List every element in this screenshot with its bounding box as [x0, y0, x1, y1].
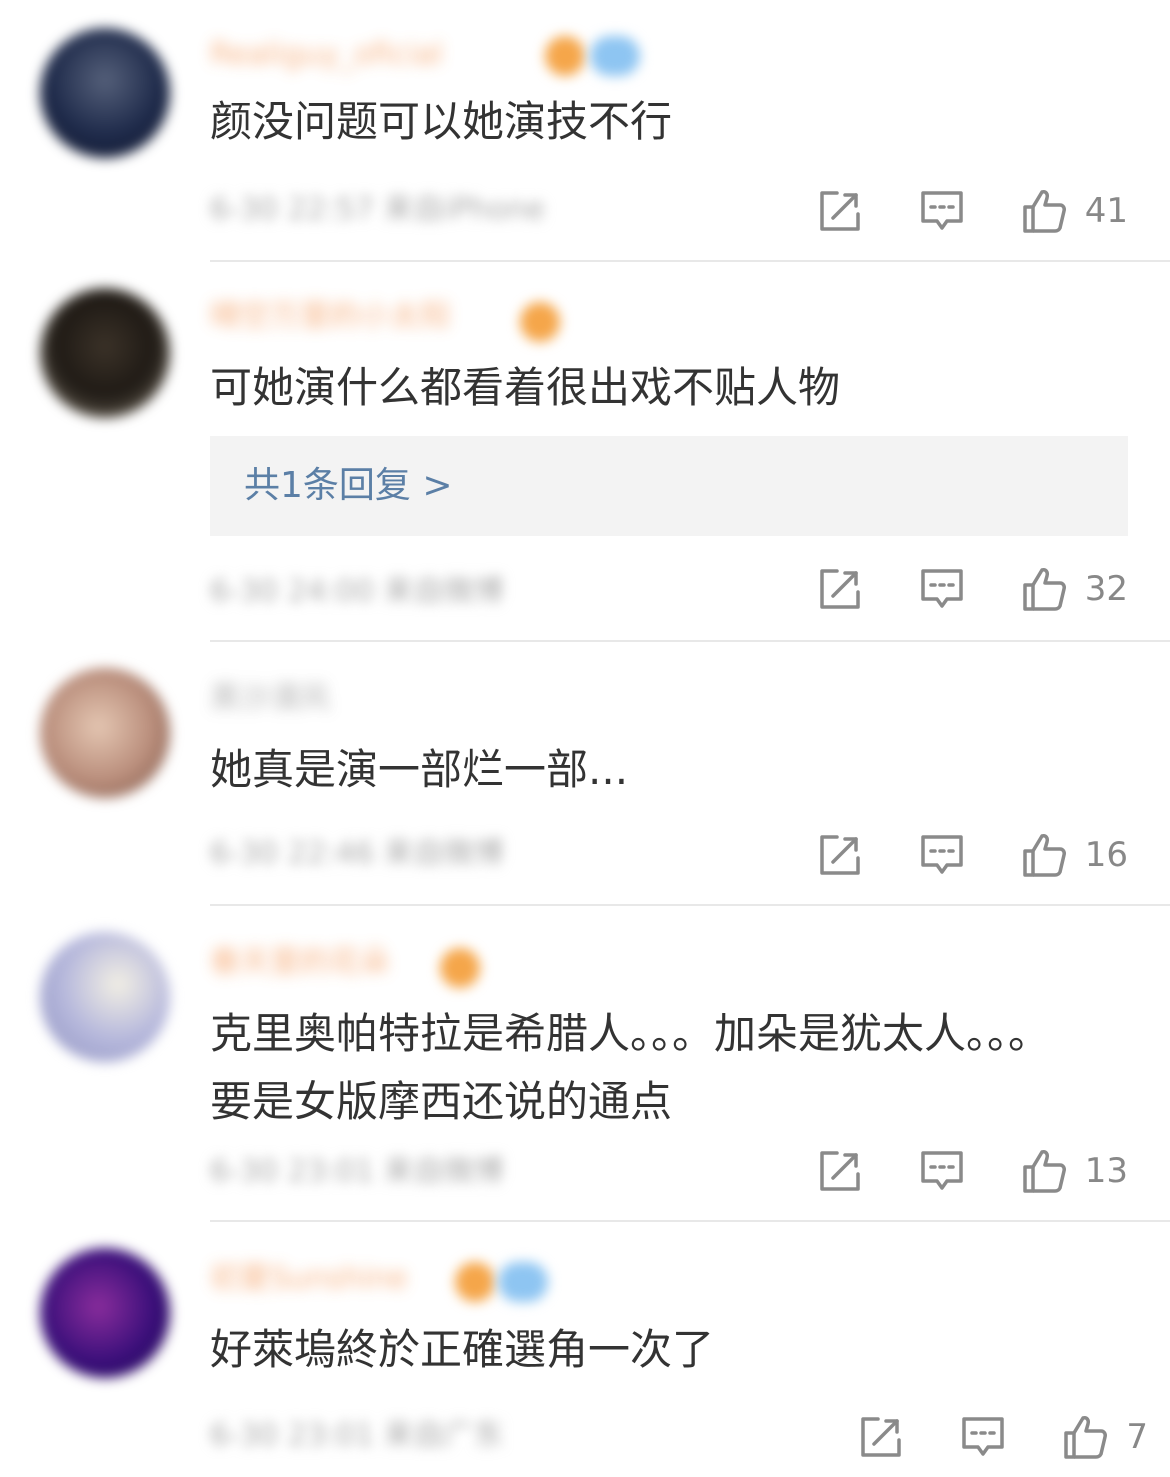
comment-item: Realiguy_oficial 颜没问题可以她演技不行 6-30 22:57 …	[0, 0, 1170, 262]
comment-item: 黑沙漠风 她真是演一部烂一部... 6-30 22:46 来自微博 16	[0, 642, 1170, 906]
like-count: 41	[1084, 191, 1128, 231]
like-count: 32	[1084, 569, 1128, 609]
like-count: 13	[1084, 1151, 1128, 1191]
avatar[interactable]	[40, 668, 170, 798]
comment-item: 春天里的花朵 克里奥帕特拉是希腊人。。。加朵是犹太人。。。要是女版摩西还说的通点…	[0, 906, 1170, 1222]
thumbs-up-icon	[1022, 190, 1066, 233]
avatar[interactable]	[40, 28, 170, 158]
share-icon[interactable]	[817, 1148, 863, 1194]
comment-item: 晴空万里的小太阳 可她演什么都看着很出戏不贴人物 共1条回复 > 6-30 24…	[0, 262, 1170, 642]
view-replies-link[interactable]: 共1条回复 >	[244, 464, 453, 508]
avatar[interactable]	[40, 288, 170, 418]
comment-meta: 6-30 22:46 来自微博	[210, 836, 504, 871]
comment-item: 初夏Sunshine 好萊塢終於正確選角一次了 6-30 23:01 来自广东 …	[0, 1222, 1170, 1477]
share-icon[interactable]	[817, 832, 863, 878]
username[interactable]: 晴空万里的小太阳	[210, 302, 450, 332]
comment-actions: 32	[817, 564, 1128, 614]
thumbs-up-icon	[1022, 1150, 1066, 1193]
avatar[interactable]	[40, 932, 170, 1062]
comment-meta: 6-30 22:57 来自iPhone	[210, 192, 545, 227]
level-badge-icon	[590, 36, 640, 76]
comment-icon[interactable]	[919, 566, 965, 612]
thumbs-up-icon	[1022, 568, 1066, 611]
comment-actions: 7	[858, 1412, 1148, 1462]
like-button[interactable]: 32	[1021, 566, 1128, 612]
avatar[interactable]	[40, 1248, 170, 1378]
comment-meta: 6-30 23:01 来自广东	[210, 1418, 504, 1453]
comment-icon[interactable]	[960, 1414, 1006, 1460]
comment-text: 可她演什么都看着很出戏不贴人物	[210, 363, 841, 412]
vip-badge-icon	[440, 948, 480, 988]
comment-meta: 6-30 24:00 来自微博	[210, 574, 504, 609]
share-icon[interactable]	[817, 566, 863, 612]
username[interactable]: Realiguy_oficial	[210, 40, 443, 70]
like-count: 7	[1126, 1417, 1148, 1457]
level-badge-icon	[498, 1262, 548, 1302]
like-button[interactable]: 16	[1021, 832, 1128, 878]
thumbs-up-icon	[1022, 834, 1066, 877]
username[interactable]: 黑沙漠风	[210, 684, 330, 714]
comment-actions: 13	[817, 1146, 1128, 1196]
comment-text: 颜没问题可以她演技不行	[210, 97, 673, 146]
reply-preview-box[interactable]: 共1条回复 >	[210, 436, 1128, 536]
thumbs-up-icon	[1064, 1416, 1108, 1459]
comment-icon[interactable]	[919, 1148, 965, 1194]
comment-actions: 41	[817, 186, 1128, 236]
share-icon[interactable]	[817, 188, 863, 234]
comment-icon[interactable]	[919, 188, 965, 234]
comment-actions: 16	[817, 830, 1128, 880]
comment-icon[interactable]	[919, 832, 965, 878]
like-button[interactable]: 7	[1062, 1414, 1148, 1460]
username[interactable]: 初夏Sunshine	[210, 1264, 408, 1294]
share-icon[interactable]	[858, 1414, 904, 1460]
vip-badge-icon	[520, 302, 560, 342]
like-count: 16	[1084, 835, 1128, 875]
vip-badge-icon	[545, 36, 585, 76]
comment-text: 好萊塢終於正確選角一次了	[210, 1325, 715, 1374]
comment-meta: 6-30 23:01 来自微博	[210, 1154, 504, 1189]
comment-text: 克里奥帕特拉是希腊人。。。加朵是犹太人。。。要是女版摩西还说的通点	[210, 1009, 1051, 1126]
vip-badge-icon	[455, 1262, 495, 1302]
like-button[interactable]: 41	[1021, 188, 1128, 234]
like-button[interactable]: 13	[1021, 1148, 1128, 1194]
username[interactable]: 春天里的花朵	[210, 948, 390, 978]
comment-text: 她真是演一部烂一部...	[210, 745, 629, 794]
